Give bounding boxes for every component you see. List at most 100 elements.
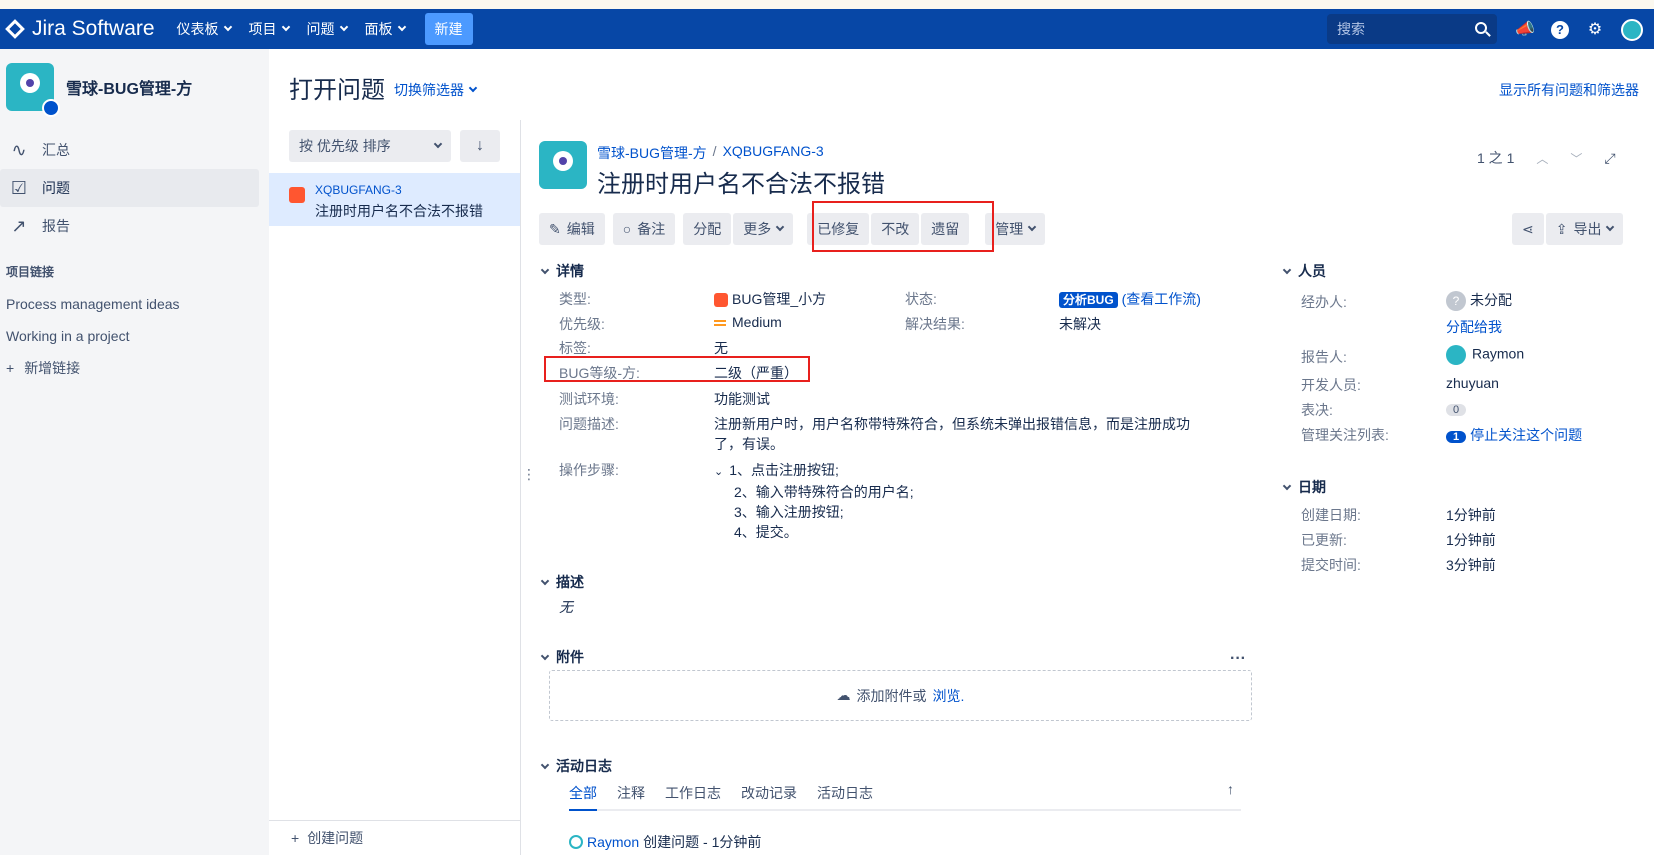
robot-eye-icon <box>553 151 573 171</box>
collapse-caret-icon <box>540 651 550 660</box>
activity-section-header[interactable]: 活动日志 <box>540 756 612 776</box>
project-avatar[interactable] <box>6 63 60 117</box>
sort-dropdown[interactable]: 按 优先级 排序 <box>289 130 451 162</box>
labels-label: 标签: <box>559 340 591 356</box>
create-button[interactable]: 新建 <box>424 13 473 45</box>
step-text: 3、输入注册按钮; <box>734 504 844 520</box>
project-link-process[interactable]: Process management ideas <box>0 296 269 312</box>
switch-filter-button[interactable]: 切换筛选器 <box>394 80 478 100</box>
description-section-header[interactable]: 描述 <box>540 572 584 592</box>
collapse-caret-icon <box>540 760 550 769</box>
tab-all[interactable]: 全部 <box>569 783 597 811</box>
help-icon[interactable]: ? <box>1551 21 1569 39</box>
browse-link[interactable]: 浏览. <box>933 686 965 706</box>
chevron-down-icon <box>433 139 443 149</box>
activity-title: 活动日志 <box>556 758 612 774</box>
created-label: 创建日期: <box>1301 507 1361 523</box>
gear-icon[interactable]: ⚙ <box>1585 20 1605 40</box>
steps-label: 操作步骤: <box>559 462 619 478</box>
assign-to-me-link[interactable]: 分配给我 <box>1446 317 1502 337</box>
issue-project-avatar <box>539 141 587 189</box>
sidebar-item-summary[interactable]: ∿ 汇总 <box>0 131 259 169</box>
status-lozenge[interactable]: 分析BUG <box>1059 292 1118 308</box>
action-group: 分配 更多 <box>683 213 794 245</box>
jira-logo[interactable]: Jira Software <box>5 17 155 41</box>
search-input[interactable]: 搜索 <box>1327 14 1497 44</box>
details-section-header[interactable]: 详情 <box>540 261 584 281</box>
attachments-section-header[interactable]: 附件 <box>540 647 584 667</box>
steps-list: ⌄ 1、点击注册按钮; 2、输入带特殊符合的用户名; 3、输入注册按钮; 4、提交… <box>714 460 914 542</box>
project-name[interactable]: 雪球-BUG管理-方 <box>66 75 192 99</box>
breadcrumb-project[interactable]: 雪球-BUG管理-方 <box>597 143 707 163</box>
add-link-button[interactable]: + 新增链接 <box>0 358 269 378</box>
chevron-down-icon <box>1606 222 1615 232</box>
issue-list-panel: 按 优先级 排序 ↓ XQBUGFANG-3 注册时用户名不合法不报错 + 创建… <box>269 120 521 855</box>
menu-boards[interactable]: 面板 <box>357 13 413 45</box>
attachment-dropzone[interactable]: ☁ 添加附件或 浏览. <box>549 670 1252 721</box>
project-link-working[interactable]: Working in a project <box>0 328 269 344</box>
type-text: BUG管理_小方 <box>732 291 827 307</box>
menu-issues[interactable]: 问题 <box>299 13 355 45</box>
tab-worklog[interactable]: 工作日志 <box>665 783 721 803</box>
pencil-icon: ✎ <box>549 220 561 237</box>
comment-label: 备注 <box>637 221 666 237</box>
create-issue-button[interactable]: + 创建问题 <box>269 820 520 855</box>
more-options-icon[interactable]: ··· <box>1230 650 1246 668</box>
breadcrumb-separator: / <box>712 143 717 159</box>
panel-resize-handle[interactable]: ⋮ <box>522 466 536 483</box>
list-item[interactable]: XQBUGFANG-3 注册时用户名不合法不报错 <box>269 173 520 226</box>
show-all-filters-link[interactable]: 显示所有问题和筛选器 <box>1499 80 1639 100</box>
share-button[interactable]: ⋖ <box>1512 213 1544 245</box>
search-placeholder: 搜索 <box>1337 21 1365 37</box>
updated-label: 已更新: <box>1301 532 1347 548</box>
chevron-down-icon[interactable]: ⌄ <box>714 466 723 478</box>
export-button[interactable]: ⇪ 导出 <box>1545 213 1624 245</box>
chevron-down-icon[interactable]: ﹀ <box>1570 150 1582 167</box>
breadcrumb: 雪球-BUG管理-方 / XQBUGFANG-3 <box>597 143 824 163</box>
user-avatar[interactable] <box>1621 19 1643 41</box>
dates-section-header[interactable]: 日期 <box>1282 477 1326 497</box>
comment-button[interactable]: ○ 备注 <box>612 213 676 245</box>
view-workflow-link[interactable]: (查看工作流) <box>1122 291 1201 307</box>
board-badge-icon <box>42 99 60 117</box>
issue-pager: 1 之 1 ︿ ﹀ ⤢ <box>1477 148 1616 168</box>
tab-comments[interactable]: 注释 <box>617 783 645 803</box>
assign-button[interactable]: 分配 <box>683 213 732 245</box>
attachments-title: 附件 <box>556 649 584 665</box>
issue-title[interactable]: 注册时用户名不合法不报错 <box>597 164 885 199</box>
breadcrumb-issue-key[interactable]: XQBUGFANG-3 <box>723 143 824 163</box>
sort-order-icon[interactable]: ↑ <box>1227 781 1234 797</box>
problem-desc-value: 注册新用户时，用户名称带特殊符合，但系统未弹出报错信息，而是注册成功了，有误。 <box>714 416 1190 452</box>
more-button[interactable]: 更多 <box>733 213 794 245</box>
sidebar-item-issues[interactable]: ☑ 问题 <box>0 169 259 207</box>
description-value[interactable]: 无 <box>559 597 573 617</box>
tab-history[interactable]: 改动记录 <box>741 783 797 803</box>
menu-dashboards[interactable]: 仪表板 <box>169 13 239 45</box>
sidebar-item-reports[interactable]: ↗ 报告 <box>0 207 259 245</box>
list-item: 3、输入注册按钮; <box>714 502 914 522</box>
watchers-badge[interactable]: 1 <box>1446 431 1467 443</box>
menu-label: 仪表板 <box>176 21 219 37</box>
create-issue-label: 创建问题 <box>307 830 364 846</box>
stop-watching-link[interactable]: 停止关注这个问题 <box>1470 427 1582 443</box>
env-value: 功能测试 <box>714 391 770 407</box>
export-icon: ⇪ <box>1555 220 1568 237</box>
expand-icon[interactable]: ⤢ <box>1604 150 1615 167</box>
edit-button[interactable]: ✎ 编辑 <box>539 213 605 245</box>
votes-badge[interactable]: 0 <box>1446 404 1467 416</box>
chevron-up-icon[interactable]: ︿ <box>1536 150 1548 167</box>
sort-direction-button[interactable]: ↓ <box>460 130 500 162</box>
chevron-down-icon <box>281 22 290 32</box>
menu-label: 问题 <box>306 21 335 37</box>
menu-projects[interactable]: 项目 <box>241 13 297 45</box>
manage-button[interactable]: 管理 <box>985 213 1046 245</box>
notifications-icon[interactable]: 📣 <box>1515 20 1535 40</box>
env-label: 测试环境: <box>559 391 619 407</box>
list-item: 4、提交。 <box>714 522 914 542</box>
pulse-icon: ∿ <box>11 139 27 160</box>
toolbar-right: ⋖ ⇪ 导出 <box>1512 213 1624 245</box>
people-section-header[interactable]: 人员 <box>1282 261 1326 281</box>
activity-user-link[interactable]: Raymon <box>587 834 639 850</box>
priority-medium-icon <box>714 320 726 323</box>
tab-activity[interactable]: 活动日志 <box>817 783 873 803</box>
